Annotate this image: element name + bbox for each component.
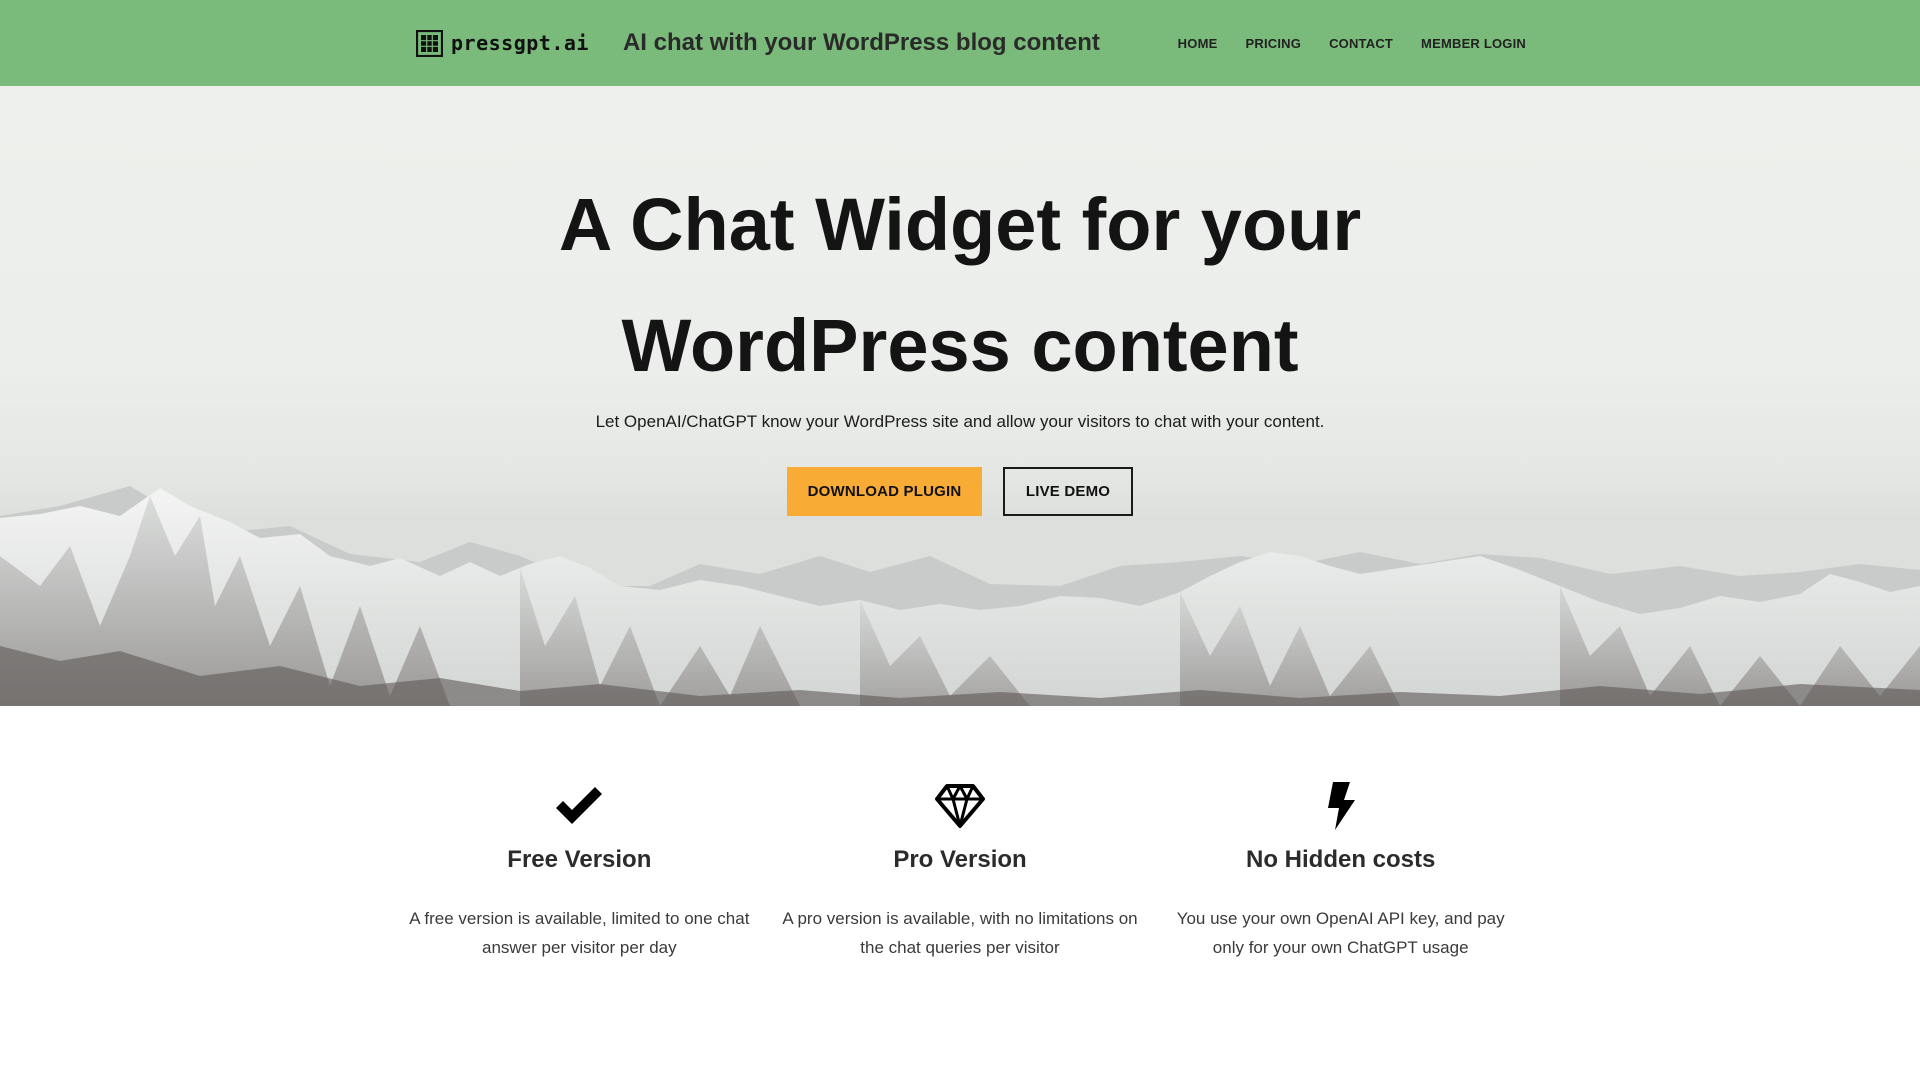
hero-subtitle: Let OpenAI/ChatGPT know your WordPress s…	[595, 412, 1325, 431]
download-plugin-button[interactable]: DOWNLOAD PLUGIN	[787, 467, 982, 516]
feature-description: A pro version is available, with no limi…	[782, 909, 1138, 957]
hero-title-line-2: WordPress content	[621, 304, 1299, 387]
nav-contact[interactable]: CONTACT	[1329, 36, 1393, 51]
feature-pro-version: Pro Version A pro version is available, …	[770, 780, 1151, 962]
logo[interactable]: pressgpt.ai	[416, 29, 589, 57]
nav-member-login[interactable]: MEMBER LOGIN	[1421, 36, 1526, 51]
site-tagline: AI chat with your WordPress blog content	[622, 29, 1100, 56]
live-demo-button[interactable]: LIVE DEMO	[1003, 467, 1133, 516]
feature-title: Pro Version	[893, 846, 1027, 873]
feature-no-hidden-costs: No Hidden costs You use your own OpenAI …	[1150, 780, 1531, 962]
feature-free-version: Free Version A free version is available…	[389, 780, 770, 962]
site-header: pressgpt.ai AI chat with your WordPress …	[0, 0, 1920, 86]
features-section: Free Version A free version is available…	[389, 780, 1531, 962]
logo-icon	[416, 29, 443, 57]
feature-description: You use your own OpenAI API key, and pay…	[1176, 909, 1505, 957]
nav-home[interactable]: HOME	[1178, 36, 1218, 51]
feature-description: A free version is available, limited to …	[409, 909, 750, 957]
header-inner: pressgpt.ai AI chat with your WordPress …	[416, 0, 1526, 86]
hero-section: A Chat Widget for your WordPress content…	[0, 86, 1920, 706]
feature-title: No Hidden costs	[1246, 846, 1436, 873]
nav-pricing[interactable]: PRICING	[1245, 36, 1301, 51]
main-nav: HOME PRICING CONTACT MEMBER LOGIN	[1178, 36, 1526, 51]
lightning-bolt-icon	[1150, 780, 1531, 832]
logo-text: pressgpt.ai	[451, 31, 589, 55]
hero-title: A Chat Widget for your WordPress content	[0, 164, 1920, 406]
hero-title-line-1: A Chat Widget for your	[558, 183, 1362, 266]
checkmark-icon	[389, 780, 770, 832]
feature-title: Free Version	[507, 846, 652, 873]
diamond-icon	[770, 780, 1151, 832]
hero-buttons: DOWNLOAD PLUGIN LIVE DEMO	[0, 467, 1920, 516]
